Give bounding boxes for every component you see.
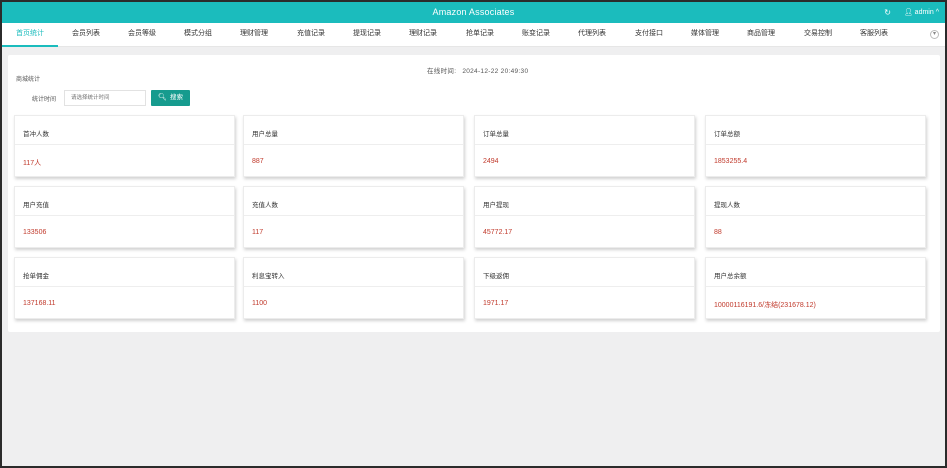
search-button-label: 搜索 (169, 94, 183, 101)
tab-finance-management[interactable]: 理财管理 (226, 23, 282, 47)
stat-card-label: 用户提现 (483, 202, 509, 209)
stat-card-value: 117 (252, 229, 264, 236)
stat-card-value: 45772.17 (483, 229, 513, 236)
divider (244, 286, 463, 287)
divider (706, 215, 925, 216)
tab-bar: 首页统计 会员列表 会员等级 模式分组 理财管理 充值记录 提现记录 理财记录 … (2, 23, 945, 47)
stat-card-user-total-balance: 用户总余额 10000116191.6/冻结(231678.12) (705, 257, 926, 319)
tab-member-level[interactable]: 会员等级 (114, 23, 170, 47)
refresh-icon[interactable]: ↻ (884, 2, 891, 23)
divider (706, 286, 925, 287)
stat-card-user-withdraw: 用户提现 45772.17 (474, 186, 695, 248)
stat-card-label: 提现人数 (714, 202, 740, 209)
stat-card-label: 抢单佣金 (23, 273, 49, 280)
stat-card-value: 1971.17 (483, 300, 509, 307)
stat-card-label: 利息宝转入 (252, 273, 285, 280)
tab-recharge-records[interactable]: 充值记录 (283, 23, 339, 47)
tab-customer-service-list[interactable]: 客服列表 (846, 23, 902, 47)
stat-card-label: 下级返佣 (483, 273, 509, 280)
divider (475, 286, 694, 287)
section-title: 商城统计 (16, 77, 41, 83)
tab-grab-order-records[interactable]: 抢单记录 (452, 23, 508, 47)
tab-payment-interface[interactable]: 支付接口 (621, 23, 677, 47)
stats-panel: 在线时间:2024-12-22 20:49:30 商城统计 统计时间 🔍︎搜索 … (8, 55, 940, 332)
stat-card-user-total: 用户总量 887 (243, 115, 464, 177)
divider (244, 144, 463, 145)
stat-card-label: 用户充值 (23, 202, 49, 209)
stat-time-input[interactable] (64, 90, 146, 106)
stat-card-value: 133506 (23, 229, 47, 236)
stat-card-label: 订单总量 (483, 131, 509, 138)
tab-agent-list[interactable]: 代理列表 (564, 23, 620, 47)
stat-card-value: 88 (714, 229, 722, 236)
stat-card-value: 887 (252, 158, 264, 165)
divider (706, 144, 925, 145)
divider (244, 215, 463, 216)
tab-member-list[interactable]: 会员列表 (58, 23, 114, 47)
stat-card-recharge-count: 充值人数 117 (243, 186, 464, 248)
divider (15, 286, 234, 287)
online-time-label: 在线时间: (427, 68, 457, 75)
divider (475, 144, 694, 145)
stat-card-label: 用户总量 (252, 131, 278, 138)
stat-card-interest-transfer-in: 利息宝转入 1100 (243, 257, 464, 319)
stat-card-value: 117人 (23, 160, 42, 167)
stat-card-first-recharge-count: 首冲人数 117人 (14, 115, 235, 177)
search-button[interactable]: 🔍︎ 搜索 (151, 90, 190, 106)
online-time-value: 2024-12-22 20:49:30 (462, 68, 529, 75)
stat-card-order-total: 订单总量 2494 (474, 115, 695, 177)
tab-product-management[interactable]: 商品管理 (733, 23, 789, 47)
app-title: Amazon Associates (432, 7, 515, 17)
tab-trade-control[interactable]: 交易控制 (790, 23, 846, 47)
chevron-up-icon: ^ (935, 9, 939, 16)
stat-card-user-recharge: 用户充值 133506 (14, 186, 235, 248)
stat-card-value: 137168.11 (23, 300, 56, 307)
online-time: 在线时间: 2024-12-22 20:49:30 (427, 65, 528, 75)
top-bar: Amazon Associates ↻ 👤︎ admin ^ (2, 2, 945, 23)
tab-withdraw-records[interactable]: 提现记录 (339, 23, 395, 47)
divider (15, 144, 234, 145)
stat-card-label: 充值人数 (252, 202, 278, 209)
stat-time-label: 统计时间 (32, 97, 57, 103)
divider (475, 215, 694, 216)
stat-card-withdraw-count: 提现人数 88 (705, 186, 926, 248)
stat-card-label: 用户总余额 (714, 273, 747, 280)
stat-card-label: 首冲人数 (23, 131, 49, 138)
search-icon: 🔍︎ (158, 94, 167, 101)
stat-card-grab-commission: 抢单佣金 137168.11 (14, 257, 235, 319)
user-icon: 👤︎ (903, 9, 913, 16)
stat-card-label: 订单总额 (714, 131, 740, 138)
stat-card-value: 10000116191.6/冻结(231678.12) (714, 302, 816, 309)
divider (15, 215, 234, 216)
stat-card-order-amount: 订单总额 1853255.4 (705, 115, 926, 177)
tab-media-management[interactable]: 媒体管理 (677, 23, 733, 47)
tab-mode-group[interactable]: 模式分组 (170, 23, 226, 47)
app-window: Amazon Associates ↻ 👤︎ admin ^ 首页统计 会员列表… (2, 2, 945, 466)
tab-home-stats[interactable]: 首页统计 (2, 23, 58, 47)
stat-card-subordinate-rebate: 下级返佣 1971.17 (474, 257, 695, 319)
tab-balance-change-records[interactable]: 账变记录 (508, 23, 564, 47)
stat-card-value: 2494 (483, 158, 499, 165)
stat-card-value: 1853255.4 (714, 158, 748, 165)
chevron-down-icon[interactable]: ▾ (930, 30, 939, 39)
user-name: admin (914, 9, 934, 16)
user-menu[interactable]: 👤︎ admin ^ (904, 2, 939, 23)
stat-card-value: 1100 (252, 300, 268, 307)
tab-finance-records[interactable]: 理财记录 (395, 23, 451, 47)
